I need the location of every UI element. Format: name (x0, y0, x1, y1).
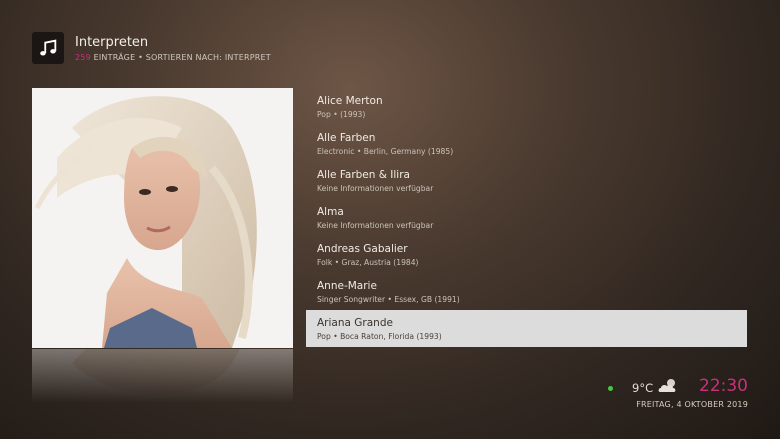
list-item[interactable]: Alice Merton Pop • (1993) (306, 88, 747, 125)
clock-date: FREITAG, 4 OKTOBER 2019 (636, 400, 748, 409)
list-item[interactable]: Alle Farben & Ilira Keine Informationen v… (306, 162, 747, 199)
list-item[interactable]: Ariana Grande Pop • Boca Raton, Florida (… (306, 310, 747, 347)
artist-meta: Pop • (1993) (317, 110, 366, 119)
artist-name: Andreas Gabalier (317, 243, 408, 255)
page-title: Interpreten (75, 35, 149, 50)
artist-name: Alma (317, 206, 344, 218)
list-item[interactable]: Anne-Marie Singer Songwriter • Essex, GB … (306, 273, 747, 310)
temperature: 9°C (632, 381, 654, 395)
artist-meta: Keine Informationen verfügbar (317, 221, 434, 230)
artist-meta: Singer Songwriter • Essex, GB (1991) (317, 295, 460, 304)
artist-meta: Keine Informationen verfügbar (317, 184, 434, 193)
status-indicator (608, 386, 613, 391)
subtitle-text: EINTRÄGE • SORTIEREN NACH: INTERPRET (90, 53, 271, 62)
artist-name: Alle Farben (317, 132, 376, 144)
page-subtitle: 259 EINTRÄGE • SORTIEREN NACH: INTERPRET (75, 53, 271, 62)
artwork-reflection (32, 349, 293, 403)
artist-artwork (32, 88, 293, 348)
artist-meta: Pop • Boca Raton, Florida (1993) (317, 332, 442, 341)
artist-list: Alice Merton Pop • (1993) Alle Farben Elect… (306, 88, 747, 347)
clock-time: 22:30 (699, 376, 748, 396)
artist-photo (32, 88, 293, 348)
list-item[interactable]: Alle Farben Electronic • Berlin, Germany … (306, 125, 747, 162)
artist-name: Alle Farben & Ilira (317, 169, 410, 181)
artist-meta: Folk • Graz, Austria (1984) (317, 258, 419, 267)
entry-count: 259 (75, 53, 91, 62)
status-bar: 9°C 22:30 FREITAG, 4 OKTOBER 2019 (548, 376, 748, 417)
list-item[interactable]: Andreas Gabalier Folk • Graz, Austria (19… (306, 236, 747, 273)
music-note-icon (32, 32, 64, 64)
partly-cloudy-icon (657, 377, 679, 399)
list-item[interactable]: Alma Keine Informationen verfügbar (306, 199, 747, 236)
artist-name: Ariana Grande (317, 317, 393, 329)
artist-name: Alice Merton (317, 95, 383, 107)
artist-meta: Electronic • Berlin, Germany (1985) (317, 147, 454, 156)
artist-name: Anne-Marie (317, 280, 377, 292)
